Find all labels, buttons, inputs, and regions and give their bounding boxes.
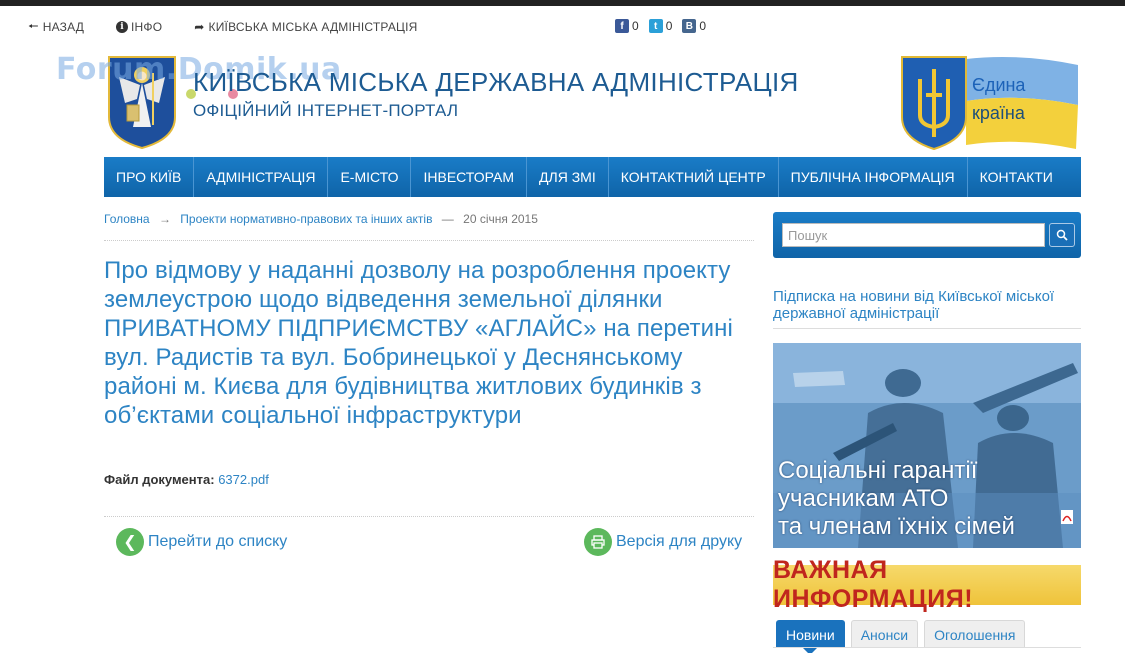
nav-item-public-info[interactable]: ПУБЛІЧНА ІНФОРМАЦІЯ	[779, 157, 968, 197]
article-title: Про відмову у наданні дозволу на розробл…	[104, 257, 733, 429]
print-version-label: Версія для друку	[616, 533, 743, 550]
nav-item-investors[interactable]: ІНВЕСТОРАМ	[411, 157, 528, 197]
document-file-link[interactable]: 6372.pdf	[218, 472, 269, 487]
promo-line: та членам їхніх сімей	[778, 513, 1015, 540]
search-input[interactable]	[782, 223, 1045, 247]
vk-count: 0	[699, 19, 707, 33]
site-subtitle: ОФІЦІЙНИЙ ІНТЕРНЕТ-ПОРТАЛ	[193, 101, 459, 120]
utility-bar: 🠔 НАЗАД i ІНФО ➦ КИЇВСЬКА МІСЬКА АДМІНІС…	[28, 18, 450, 36]
twitter-share[interactable]: t 0	[648, 19, 673, 33]
tab-notices[interactable]: Оголошення	[924, 620, 1026, 648]
united-country-banner[interactable]: Єдина країна	[900, 55, 1080, 153]
ato-promo-banner[interactable]: Соціальні гарантії учасникам АТО та член…	[773, 343, 1081, 548]
divider	[104, 516, 754, 517]
nav-item-e-city[interactable]: Е-МІСТО	[328, 157, 412, 197]
breadcrumb-dash: —	[441, 212, 454, 226]
breadcrumb-date: 20 січня 2015	[463, 212, 538, 226]
city-admin-link[interactable]: ➦ КИЇВСЬКА МІСЬКА АДМІНІСТРАЦІЯ	[194, 20, 417, 34]
info-label: ІНФО	[131, 20, 163, 34]
news-subscription-link[interactable]: Підписка на новини від Київської міської…	[773, 288, 1073, 322]
breadcrumb: Головна → Проекти нормативно-правових та…	[104, 212, 544, 226]
document-file-label: Файл документа:	[104, 472, 215, 487]
facebook-share[interactable]: f 0	[615, 19, 639, 33]
share-arrow-icon: ➦	[194, 20, 205, 34]
divider	[773, 328, 1081, 329]
nav-item-media[interactable]: ДЛЯ ЗМІ	[527, 157, 609, 197]
news-tabs: Новини Анонси Оголошення	[776, 620, 1031, 653]
back-to-list-label: Перейти до списку	[148, 533, 288, 550]
main-navigation: ПРО КИЇВ АДМІНІСТРАЦІЯ Е-МІСТО ІНВЕСТОРА…	[104, 157, 1081, 197]
chevron-left-icon: ❮	[116, 528, 144, 556]
back-link[interactable]: 🠔 НАЗАД	[28, 17, 84, 38]
banner-line2: країна	[972, 103, 1025, 123]
twitter-count: 0	[665, 19, 673, 33]
search-button[interactable]	[1049, 223, 1075, 247]
info-icon: i	[116, 21, 129, 33]
info-link[interactable]: i ІНФО	[116, 20, 162, 34]
important-info-banner[interactable]: ВАЖНАЯ ИНФОРМАЦИЯ!	[773, 556, 1081, 613]
site-title[interactable]: КИЇВСЬКА МІСЬКА ДЕРЖАВНА АДМІНІСТРАЦІЯ	[193, 67, 799, 98]
breadcrumb-section[interactable]: Проекти нормативно-правових та інших акт…	[180, 212, 432, 226]
nav-item-contact-center[interactable]: КОНТАКТНИЙ ЦЕНТР	[609, 157, 779, 197]
print-version-button[interactable]: Версія для друку	[584, 528, 742, 556]
banner-line1: Єдина	[972, 75, 1026, 95]
nav-item-contacts[interactable]: КОНТАКТИ	[968, 157, 1065, 197]
top-border	[0, 0, 1125, 6]
promo-text: Соціальні гарантії учасникам АТО та член…	[778, 457, 1015, 541]
vk-share[interactable]: B 0	[682, 19, 706, 33]
breadcrumb-separator: →	[158, 212, 171, 226]
back-to-list-button[interactable]: ❮ Перейти до списку	[116, 528, 287, 556]
divider	[773, 647, 1081, 648]
vk-icon: B	[682, 19, 697, 33]
breadcrumb-home[interactable]: Головна	[104, 212, 150, 226]
twitter-icon: t	[648, 19, 663, 33]
arrow-left-icon: 🠔	[28, 18, 39, 33]
divider	[104, 240, 754, 241]
city-admin-label: КИЇВСЬКА МІСЬКА АДМІНІСТРАЦІЯ	[208, 20, 418, 34]
promo-line: Соціальні гарантії	[778, 457, 978, 484]
document-file: Файл документа: 6372.pdf	[104, 472, 269, 487]
tab-announcements[interactable]: Анонси	[850, 620, 919, 648]
facebook-count: 0	[632, 19, 639, 33]
nav-item-about-kyiv[interactable]: ПРО КИЇВ	[104, 157, 195, 197]
back-label: НАЗАД	[42, 20, 85, 34]
search-box	[773, 212, 1081, 258]
search-icon	[1056, 229, 1068, 241]
social-counters: f 0 t 0 B 0	[615, 19, 716, 33]
pdf-icon	[1061, 510, 1073, 524]
nav-item-administration[interactable]: АДМІНІСТРАЦІЯ	[194, 157, 329, 197]
facebook-icon: f	[615, 19, 629, 33]
printer-icon	[584, 528, 612, 556]
promo-line: учасникам АТО	[778, 485, 949, 512]
tab-news[interactable]: Новини	[776, 620, 845, 653]
